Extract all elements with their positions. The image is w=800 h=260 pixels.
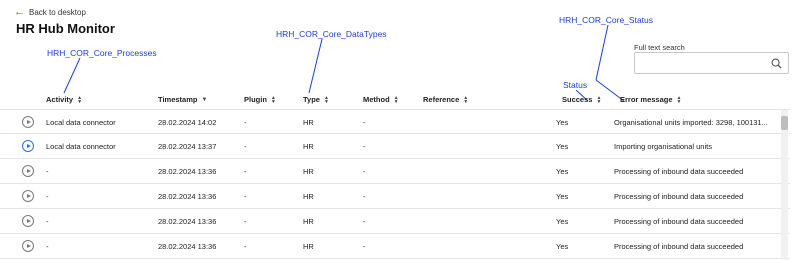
sort-descending-icon[interactable]: ▼ — [201, 97, 207, 103]
play-icon[interactable] — [22, 215, 34, 227]
column-header-error-message[interactable]: Error message ▲ ▼ — [620, 95, 681, 104]
column-label-error-message: Error message — [620, 95, 673, 104]
play-icon[interactable] — [22, 240, 34, 252]
column-header-plugin[interactable]: Plugin ▲ ▼ — [244, 95, 276, 104]
cell-success: Yes — [556, 192, 569, 201]
sort-icon[interactable]: ▲ ▼ — [324, 95, 329, 104]
table-row[interactable]: Local data connector 28.02.2024 14:02 - … — [0, 109, 790, 134]
cell-error-message: Processing of inbound data succeeded — [614, 217, 744, 226]
cell-type: HR — [303, 142, 314, 151]
cell-method: - — [363, 242, 366, 251]
column-label-method: Method — [363, 95, 390, 104]
play-icon[interactable] — [22, 165, 34, 177]
cell-type: HR — [303, 217, 314, 226]
arrow-left-icon: ← — [14, 6, 25, 18]
column-header-success[interactable]: Success ▲ ▼ — [562, 95, 601, 104]
annotation-core-status: HRH_COR_Core_Status — [558, 15, 655, 25]
table-row[interactable]: - 28.02.2024 13:36 - HR - Yes Processing… — [0, 209, 790, 234]
cell-activity: - — [46, 242, 49, 251]
cell-plugin: - — [244, 118, 247, 127]
annotation-core-datatypes: HRH_COR_Core_DataTypes — [275, 29, 388, 39]
cell-error-message: Organisational units imported: 3298, 100… — [614, 118, 768, 127]
cell-timestamp: 28.02.2024 13:36 — [158, 217, 217, 226]
sort-icon[interactable]: ▲ ▼ — [596, 95, 601, 104]
cell-type: HR — [303, 192, 314, 201]
cell-type: HR — [303, 242, 314, 251]
column-label-type: Type — [303, 95, 320, 104]
cell-plugin: - — [244, 192, 247, 201]
cell-activity: - — [46, 192, 49, 201]
page-title: HR Hub Monitor — [16, 21, 115, 36]
search-field[interactable] — [634, 52, 789, 74]
column-label-success: Success — [562, 95, 593, 104]
column-header-activity[interactable]: Activity ▲ ▼ — [46, 95, 82, 104]
cell-method: - — [363, 118, 366, 127]
play-icon[interactable] — [22, 140, 34, 152]
cell-timestamp: 28.02.2024 13:36 — [158, 242, 217, 251]
search-icon[interactable] — [771, 58, 782, 69]
column-header-reference[interactable]: Reference ▲ ▼ — [423, 95, 468, 104]
sort-icon[interactable]: ▲ ▼ — [77, 95, 82, 104]
cell-timestamp: 28.02.2024 13:36 — [158, 167, 217, 176]
cell-timestamp: 28.02.2024 13:36 — [158, 192, 217, 201]
search-label: Full text search — [634, 43, 685, 52]
cell-type: HR — [303, 118, 314, 127]
sort-icon[interactable]: ▲ ▼ — [677, 95, 682, 104]
sort-icon[interactable]: ▲ ▼ — [394, 95, 399, 104]
cell-activity: Local data connector — [46, 118, 116, 127]
play-icon[interactable] — [22, 190, 34, 202]
cell-method: - — [363, 217, 366, 226]
table-row[interactable]: Local data connector 28.02.2024 13:37 - … — [0, 134, 790, 159]
back-link-label: Back to desktop — [29, 8, 86, 17]
cell-activity: Local data connector — [46, 142, 116, 151]
table-row[interactable]: - 28.02.2024 13:36 - HR - Yes Processing… — [0, 234, 790, 259]
sort-icon[interactable]: ▲ ▼ — [271, 95, 276, 104]
cell-timestamp: 28.02.2024 13:37 — [158, 142, 217, 151]
table-scrollbar[interactable] — [781, 110, 788, 260]
table-header: Activity ▲ ▼ Timestamp ▼ Plugin ▲ ▼ Type ▲… — [0, 93, 790, 109]
cell-activity: - — [46, 217, 49, 226]
cell-success: Yes — [556, 142, 569, 151]
cell-error-message: Importing organisational units — [614, 142, 712, 151]
table-body: Local data connector 28.02.2024 14:02 - … — [0, 109, 790, 259]
cell-plugin: - — [244, 242, 247, 251]
search-input[interactable] — [635, 54, 771, 72]
cell-plugin: - — [244, 217, 247, 226]
table-row[interactable]: - 28.02.2024 13:36 - HR - Yes Processing… — [0, 184, 790, 209]
cell-error-message: Processing of inbound data succeeded — [614, 192, 744, 201]
column-header-timestamp[interactable]: Timestamp ▼ — [158, 95, 207, 104]
sort-icon[interactable]: ▲ ▼ — [463, 95, 468, 104]
cell-activity: - — [46, 167, 49, 176]
cell-error-message: Processing of inbound data succeeded — [614, 167, 744, 176]
cell-timestamp: 28.02.2024 14:02 — [158, 118, 217, 127]
cell-success: Yes — [556, 242, 569, 251]
cell-method: - — [363, 167, 366, 176]
cell-success: Yes — [556, 217, 569, 226]
cell-type: HR — [303, 167, 314, 176]
cell-error-message: Processing of inbound data succeeded — [614, 242, 744, 251]
table-row[interactable]: - 28.02.2024 13:36 - HR - Yes Processing… — [0, 159, 790, 184]
column-label-reference: Reference — [423, 95, 460, 104]
column-header-method[interactable]: Method ▲ ▼ — [363, 95, 399, 104]
column-label-timestamp: Timestamp — [158, 95, 198, 104]
back-to-desktop-link[interactable]: ← Back to desktop — [14, 7, 86, 18]
cell-success: Yes — [556, 118, 569, 127]
annotation-core-processes: HRH_COR_Core_Processes — [46, 48, 158, 58]
column-label-plugin: Plugin — [244, 95, 267, 104]
cell-plugin: - — [244, 142, 247, 151]
annotation-status: Status — [562, 80, 589, 90]
cell-method: - — [363, 192, 366, 201]
column-label-activity: Activity — [46, 95, 74, 104]
cell-method: - — [363, 142, 366, 151]
cell-plugin: - — [244, 167, 247, 176]
play-icon[interactable] — [22, 116, 34, 128]
scrollbar-thumb[interactable] — [781, 116, 788, 130]
cell-success: Yes — [556, 167, 569, 176]
column-header-type[interactable]: Type ▲ ▼ — [303, 95, 329, 104]
